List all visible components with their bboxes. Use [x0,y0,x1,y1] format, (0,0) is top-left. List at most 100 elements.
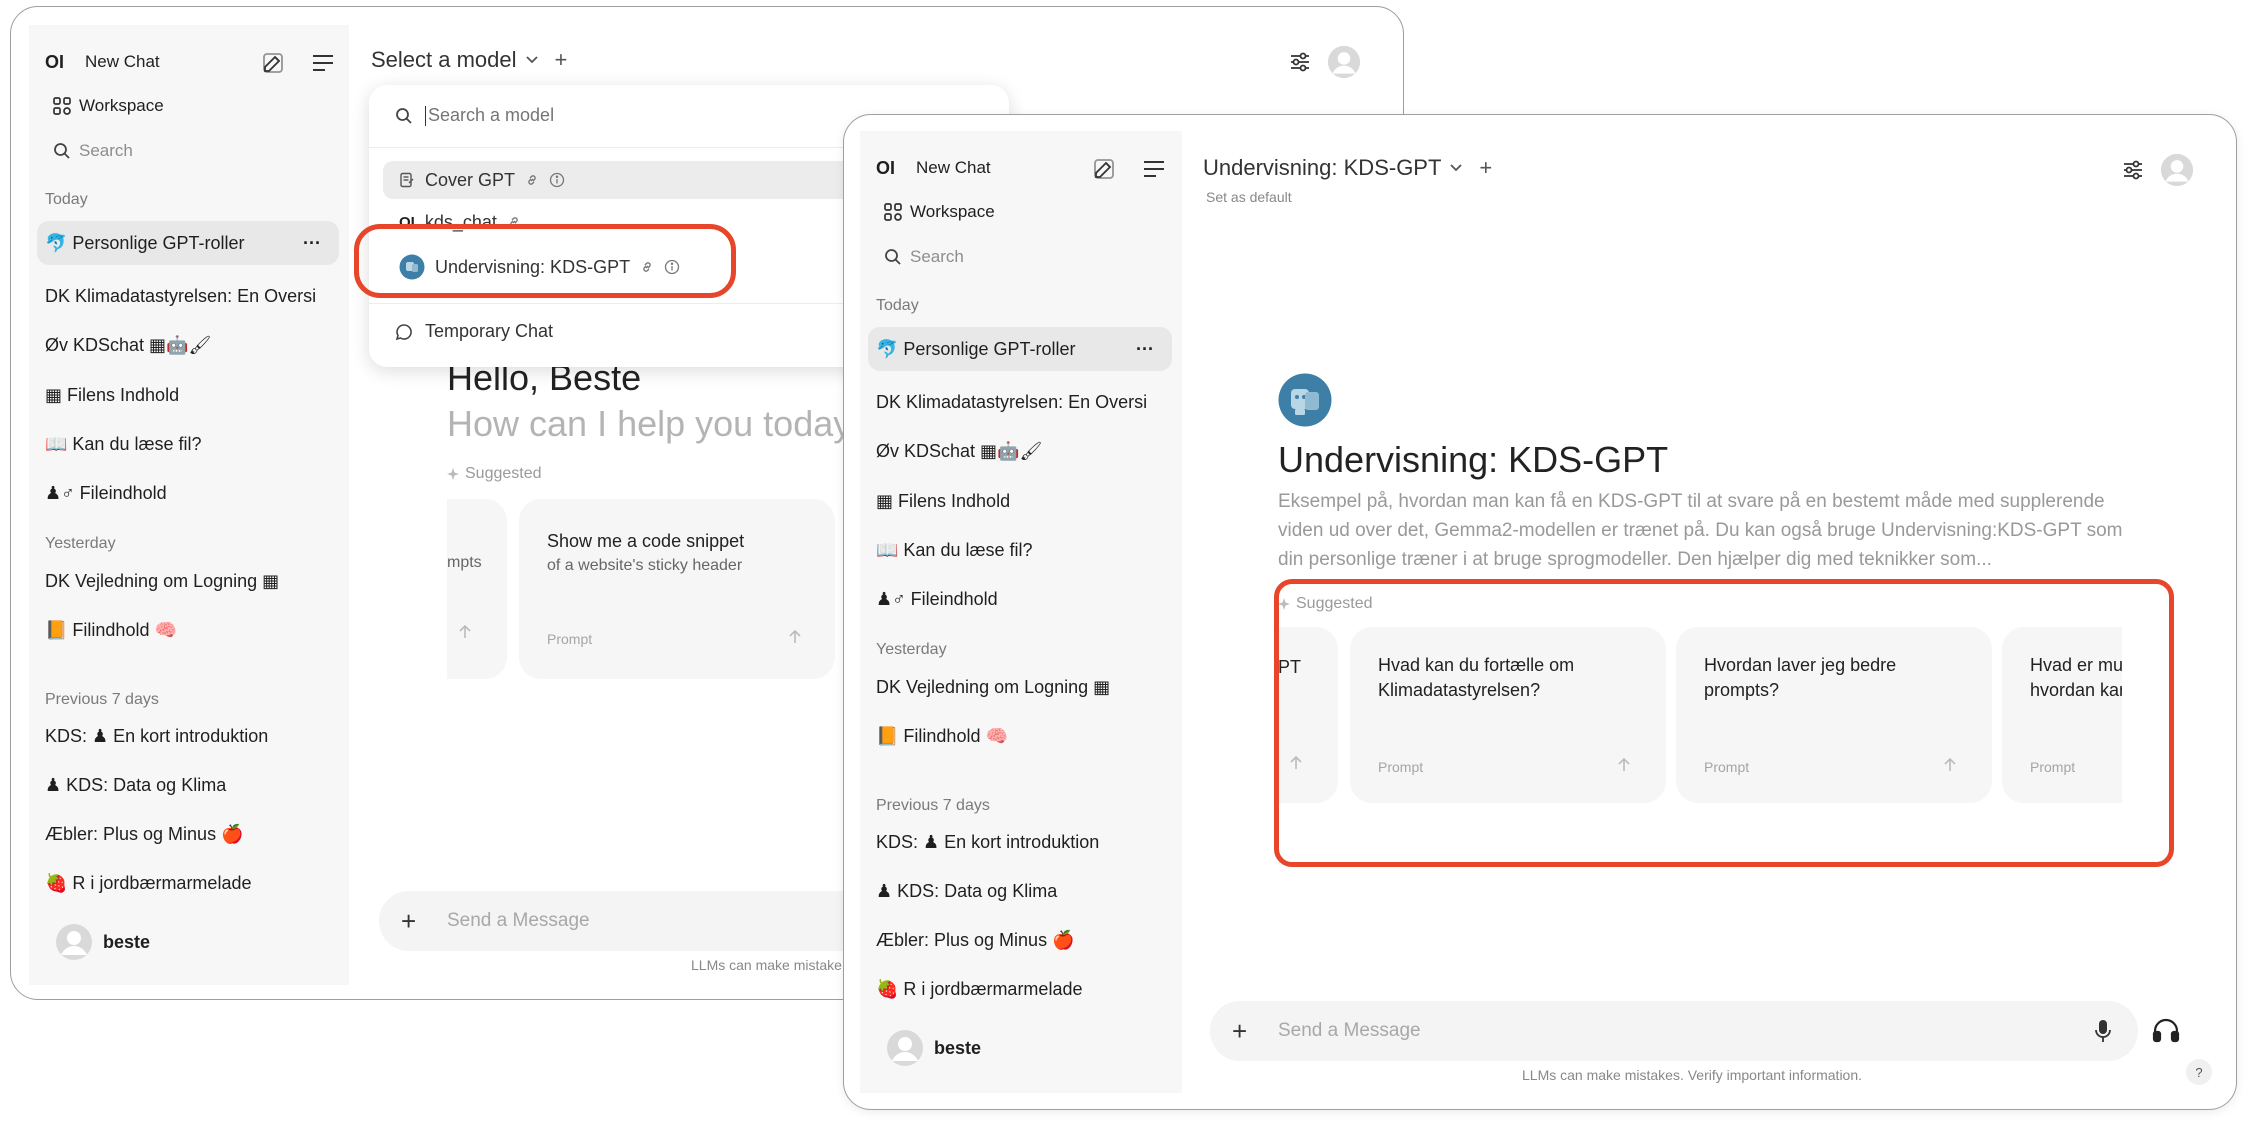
new-chat-label: New Chat [85,52,160,71]
settings-sliders-icon[interactable] [2122,159,2144,181]
headphones-icon[interactable] [2152,1017,2180,1043]
attach-plus-icon[interactable]: + [1232,1016,1272,1047]
chat-item[interactable]: DK Klimadatastyrelsen: En Oversi [876,387,1172,417]
message-input[interactable]: + Send a Message [379,891,879,951]
workspace-icon [45,96,79,116]
model-selector[interactable]: Undervisning: KDS-GPT + [1203,155,1492,181]
link-icon [525,173,539,187]
model-search-input[interactable] [428,105,808,126]
search-icon [876,248,910,266]
workspace-row[interactable]: Workspace [876,197,1166,227]
temporary-chat-option[interactable]: Temporary Chat [395,321,553,342]
chat-item[interactable]: 📙 Filindhold 🧠 [876,721,1172,751]
chat-item[interactable]: ♟♂ Fileindhold [876,584,1172,614]
chat-item[interactable]: 🍓 R i jordbærmarmelade [45,868,339,898]
section-previous: Previous 7 days [45,691,159,708]
user-name: beste [103,931,151,952]
chat-item[interactable]: 📙 Filindhold 🧠 [45,615,339,645]
window-front: OI New Chat Workspace Search Today 🐬 Per… [843,114,2237,1110]
chat-item[interactable]: ♟ KDS: Data og Klima [45,770,339,800]
document-icon [399,172,415,188]
add-model-button[interactable]: + [555,47,568,73]
section-yesterday: Yesterday [45,535,116,552]
model-selector-label: Undervisning: KDS-GPT [1203,155,1442,180]
arrow-up-icon [787,629,803,650]
chat-item[interactable]: ▦ Filens Indhold [876,486,1172,516]
more-icon[interactable]: ··· [303,233,321,254]
avatar [45,923,103,961]
avatar[interactable] [1327,45,1361,79]
chevron-down-icon [1449,163,1463,173]
help-button[interactable]: ? [2186,1059,2212,1085]
compose-icon[interactable] [1092,157,1116,181]
footer-disclaimer: LLMs can make mistakes. Verify important… [1522,1067,1863,1083]
chat-item[interactable]: 📖 Kan du læse fil? [876,535,1172,565]
suggested-label: Suggested [447,465,542,483]
chat-item[interactable]: DK Vejledning om Logning ▦ [45,566,339,596]
logo: OI [45,51,65,72]
message-input[interactable]: + Send a Message [1210,1001,2138,1061]
menu-icon[interactable] [1142,159,1166,179]
chat-item[interactable]: KDS: ♟ En kort introduktion [45,721,339,751]
sparkle-icon [447,468,459,480]
avatar[interactable] [2160,153,2194,187]
sidebar: OI New Chat Workspace Search Today 🐬 Per… [860,131,1182,1093]
chat-item[interactable]: Øv KDSchat ▦🤖🖌 [876,436,1172,466]
subgreeting: How can I help you today [447,403,852,444]
search-label: Search [910,247,964,266]
new-chat-row[interactable]: OI New Chat [45,47,335,77]
microphone-icon[interactable] [2094,1019,2112,1043]
model-avatar-icon [1278,373,1332,427]
model-search[interactable] [395,105,808,126]
text-cursor [425,105,426,126]
model-selector[interactable]: Select a model + [371,47,567,73]
compose-icon[interactable] [261,51,285,75]
chat-item[interactable]: Æbler: Plus og Minus 🍎 [45,819,339,849]
highlight-box-suggestions [1274,579,2174,867]
more-icon[interactable]: ··· [1136,339,1154,360]
new-chat-label: New Chat [916,158,991,177]
chat-item[interactable]: Æbler: Plus og Minus 🍎 [876,925,1172,955]
model-description: Eksempel på, hvordan man kan få en KDS-G… [1278,491,2123,570]
user-row[interactable]: beste [876,1027,1166,1069]
attach-plus-icon[interactable]: + [401,906,441,937]
settings-sliders-icon[interactable] [1289,51,1311,73]
chat-item[interactable]: DK Vejledning om Logning ▦ [876,672,1172,702]
chat-item[interactable]: 🐬 Personlige GPT-roller ··· [37,221,339,265]
footer-disclaimer: LLMs can make mistake [691,957,842,973]
workspace-label: Workspace [79,96,164,115]
chat-item[interactable]: 🐬 Personlige GPT-roller ··· [868,327,1172,371]
suggestion-card[interactable]: mpts [447,499,507,679]
search-row[interactable]: Search [876,242,1166,272]
message-placeholder: Send a Message [1278,1020,1421,1041]
new-chat-row[interactable]: OI New Chat [876,153,1166,183]
section-yesterday: Yesterday [876,641,947,658]
chat-bubble-icon [395,323,413,341]
logo: OI [876,157,896,178]
chat-item[interactable]: 🍓 R i jordbærmarmelade [876,974,1172,1004]
add-model-button[interactable]: + [1479,155,1492,181]
chat-item[interactable]: ♟ KDS: Data og Klima [876,876,1172,906]
set-default-link[interactable]: Set as default [1206,189,1292,205]
suggestion-card[interactable]: Show me a code snippet of a website's st… [519,499,835,679]
menu-icon[interactable] [311,53,335,73]
chevron-down-icon [525,55,539,65]
message-placeholder: Send a Message [447,910,590,931]
search-row[interactable]: Search [45,136,335,166]
model-selector-label: Select a model [371,47,517,72]
search-label: Search [79,141,133,160]
chat-item[interactable]: ♟♂ Fileindhold [45,478,339,508]
workspace-label: Workspace [910,202,995,221]
chat-item[interactable]: DK Klimadatastyrelsen: En Oversi [45,281,339,311]
chat-item[interactable]: KDS: ♟ En kort introduktion [876,827,1172,857]
chat-item[interactable]: ▦ Filens Indhold [45,380,339,410]
search-icon [395,107,413,125]
user-name: beste [934,1037,982,1058]
chat-item[interactable]: 📖 Kan du læse fil? [45,429,339,459]
section-today: Today [876,297,919,314]
chat-item[interactable]: Øv KDSchat ▦🤖🖌 [45,330,339,360]
highlight-box-model [354,224,736,298]
info-icon[interactable] [549,172,565,188]
user-row[interactable]: beste [45,921,335,963]
workspace-row[interactable]: Workspace [45,91,335,121]
